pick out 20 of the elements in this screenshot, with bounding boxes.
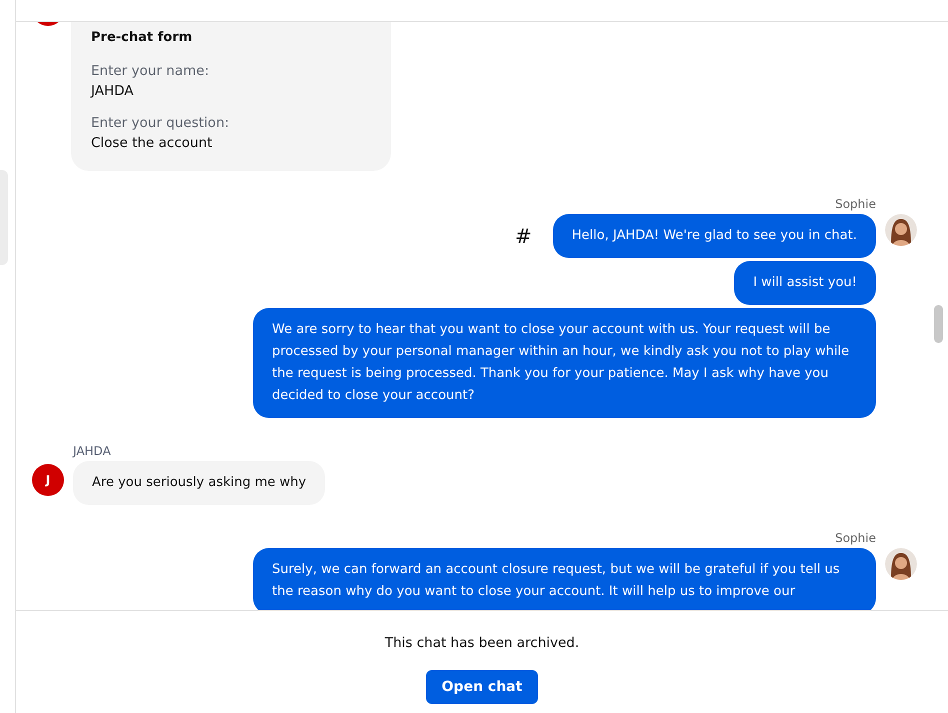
avatar-icon: J <box>32 464 64 496</box>
field-label: Enter your question: <box>91 115 230 131</box>
message-bubble: Hello, JAHDA! We're glad to see you in chat. <box>552 214 876 258</box>
open-chat-button[interactable]: Open chat <box>426 670 538 704</box>
avatar-icon <box>885 548 917 580</box>
scrollbar-thumb[interactable] <box>934 305 943 343</box>
message-bubble: We are sorry to hear that you want to close your account with us. Your request will be processed by your personal manager within an hour, we kindly ask you not to play while the request is being processed. Thank you for your patience. May I ask why have you decided to close your account? <box>253 308 876 418</box>
form-title: Pre-chat form <box>91 30 194 45</box>
field-value: Close the account <box>91 135 214 151</box>
avatar-icon <box>885 214 917 246</box>
message-bubble: Are you seriously asking me why <box>73 461 326 505</box>
message-bubble: Surely, we can forward an account closure request, but we will be grateful if you tell us the reason why do you want to close your account. It will help us to improve our <box>253 548 876 610</box>
author-name: JAHDA <box>73 444 112 458</box>
archived-notice: This chat has been archived. <box>384 635 580 651</box>
field-value: JAHDA <box>91 83 135 99</box>
hash-symbol: # <box>514 224 532 248</box>
author-name: Sophie <box>835 531 876 545</box>
field-label: Enter your name: <box>91 63 210 79</box>
message-bubble: I will assist you! <box>734 261 876 305</box>
author-name: Sophie <box>835 197 876 211</box>
